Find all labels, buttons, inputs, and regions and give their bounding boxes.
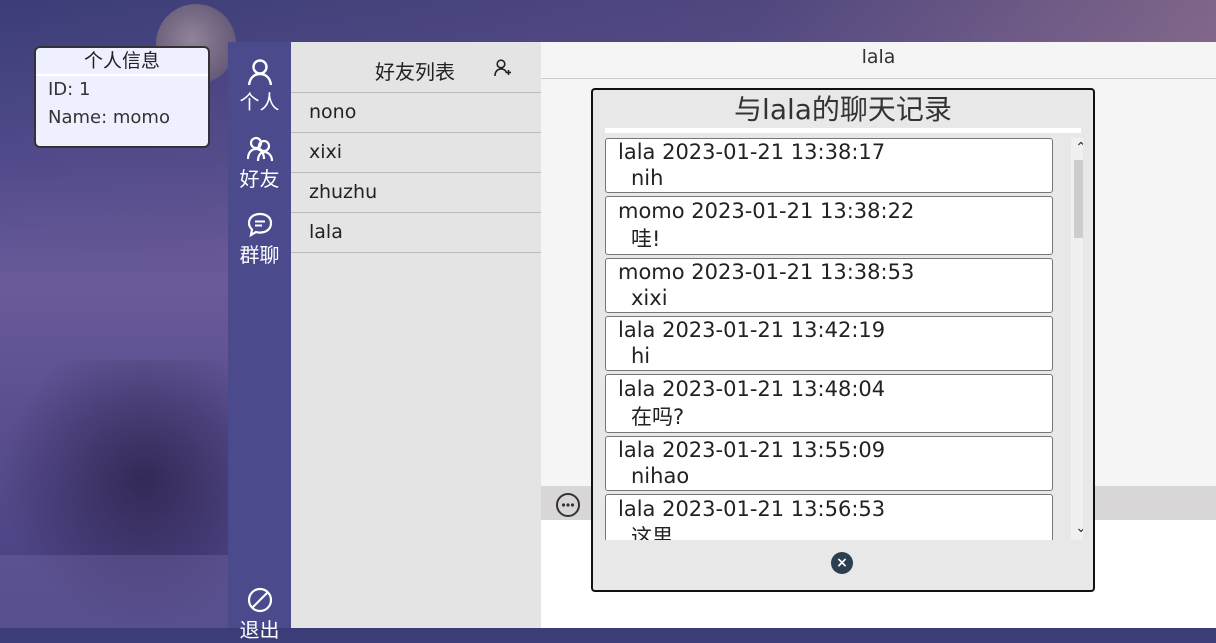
history-message: lala 2023-01-21 13:56:53 这里 — [605, 494, 1053, 540]
chat-history-divider — [605, 128, 1081, 133]
history-message: lala 2023-01-21 13:42:19 hi — [605, 316, 1053, 371]
logout-icon — [247, 587, 272, 613]
nav-label-profile: 个人 — [239, 90, 280, 114]
nav-label-logout: 退出 — [239, 618, 280, 642]
nav-item-friends[interactable]: 好友 — [228, 135, 291, 192]
history-message-header: lala 2023-01-21 13:48:04 — [618, 377, 886, 401]
history-message-header: momo 2023-01-21 13:38:22 — [618, 199, 915, 223]
group-chat-icon — [247, 212, 272, 238]
nav-item-logout[interactable]: 退出 — [228, 586, 291, 643]
scrollbar-thumb[interactable] — [1074, 160, 1083, 238]
friend-item-lala[interactable]: lala — [291, 213, 541, 253]
history-message-header: momo 2023-01-21 13:38:53 — [618, 260, 915, 284]
friend-item-zhuzhu[interactable]: zhuzhu — [291, 173, 541, 213]
history-message: lala 2023-01-21 13:48:04 在吗? — [605, 374, 1053, 433]
history-message-text: nihao — [631, 464, 690, 488]
scroll-up-icon[interactable]: ⌃ — [1071, 138, 1083, 158]
history-message-header: lala 2023-01-21 13:42:19 — [618, 318, 886, 342]
history-message-text: 在吗? — [631, 405, 685, 429]
history-message-text: 这里 — [631, 525, 673, 540]
profile-card: 个人信息 ID: 1 Name: momo — [34, 46, 210, 148]
history-message-text: hi — [631, 344, 651, 368]
chat-history-title: 与lala的聊天记录 — [734, 93, 952, 126]
nav-item-group-chat[interactable]: 群聊 — [228, 211, 291, 268]
chat-header-title: lala — [541, 42, 1216, 79]
friend-list-header: 好友列表 — [291, 42, 541, 93]
friends-icon — [246, 136, 273, 162]
history-message-header: lala 2023-01-21 13:56:53 — [618, 497, 886, 521]
history-message-text: xixi — [631, 286, 668, 310]
friend-list-title: 好友列表 — [375, 60, 455, 84]
history-message: momo 2023-01-21 13:38:53 xixi — [605, 258, 1053, 313]
emoji-icon[interactable] — [555, 492, 581, 522]
nav-label-group-chat: 群聊 — [239, 243, 280, 267]
history-message-text: 哇! — [631, 227, 661, 251]
chat-history-list[interactable]: lala 2023-01-21 13:38:17 nih momo 2023-0… — [605, 138, 1083, 540]
friend-item-nono[interactable]: nono — [291, 93, 541, 133]
add-friend-icon[interactable] — [494, 59, 512, 81]
history-message-header: lala 2023-01-21 13:55:09 — [618, 438, 886, 462]
history-message-text: nih — [631, 166, 664, 190]
profile-id: ID: 1 — [48, 79, 91, 100]
friend-list-panel: 好友列表 nono xixi zhuzhu lala — [291, 42, 541, 628]
scroll-down-icon[interactable]: ⌄ — [1071, 518, 1083, 538]
profile-card-title: 个人信息 — [36, 48, 208, 76]
close-history-button[interactable]: × — [831, 552, 853, 574]
chat-history-scrollbar[interactable]: ⌃ ⌄ — [1071, 138, 1083, 540]
nav-label-friends: 好友 — [239, 167, 280, 191]
nav-rail: 个人 好友 群聊 退出 — [228, 42, 291, 642]
user-icon — [247, 59, 272, 86]
history-message: lala 2023-01-21 13:55:09 nihao — [605, 436, 1053, 491]
history-message: momo 2023-01-21 13:38:22 哇! — [605, 196, 1053, 255]
history-message-header: lala 2023-01-21 13:38:17 — [618, 140, 886, 164]
history-message: lala 2023-01-21 13:38:17 nih — [605, 138, 1053, 193]
nav-item-profile[interactable]: 个人 — [228, 58, 291, 115]
background-ground — [0, 555, 240, 628]
profile-name: Name: momo — [48, 107, 170, 128]
chat-history-dialog: 与lala的聊天记录 lala 2023-01-21 13:38:17 nih … — [591, 88, 1095, 592]
friend-item-xixi[interactable]: xixi — [291, 133, 541, 173]
